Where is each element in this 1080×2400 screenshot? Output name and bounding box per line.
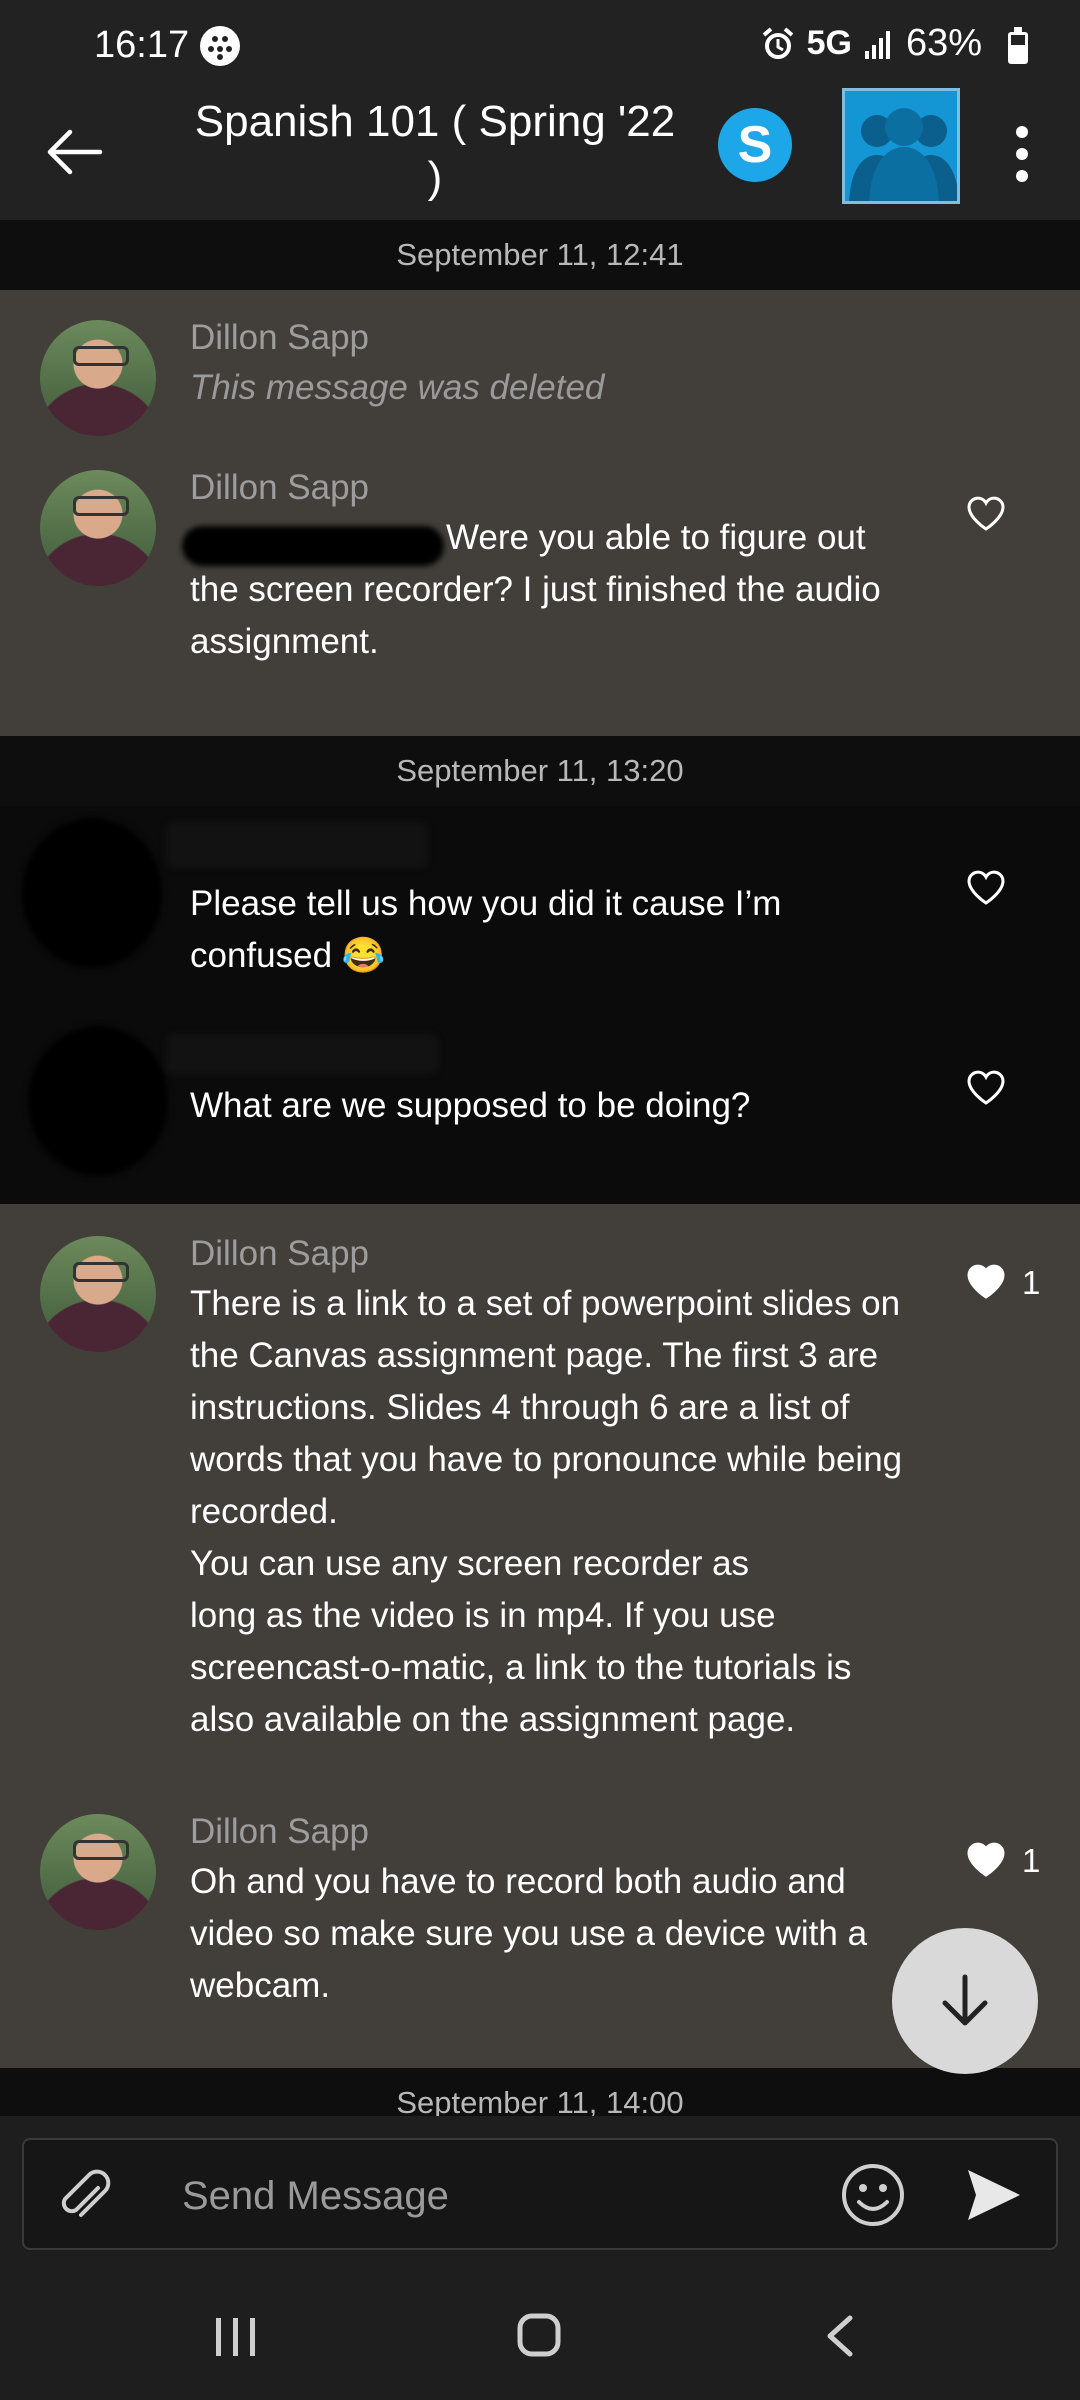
like-count: 1 bbox=[1022, 1842, 1041, 1879]
message-sender: Dillon Sapp bbox=[190, 468, 369, 507]
battery-percent: 63% bbox=[905, 22, 982, 64]
paperclip-icon[interactable] bbox=[56, 2168, 116, 2228]
message-item[interactable]: Dillon Sapp This message was deleted bbox=[0, 290, 1080, 440]
like-heart-icon[interactable] bbox=[966, 1264, 1006, 1300]
message-text: What are we supposed to be doing? bbox=[190, 1086, 751, 1125]
arrow-down-icon bbox=[942, 1974, 988, 2026]
redacted-avatar bbox=[22, 818, 162, 968]
message-sender: Dillon Sapp bbox=[190, 1234, 369, 1273]
recents-icon[interactable] bbox=[214, 2316, 258, 2358]
composer-area bbox=[0, 2116, 1080, 2270]
message-composer bbox=[22, 2138, 1058, 2250]
redacted-sender bbox=[166, 1034, 438, 1074]
message-input[interactable] bbox=[180, 2164, 820, 2228]
skype-icon[interactable]: S bbox=[718, 108, 792, 182]
message-group-own: Dillon Sapp This message was deleted Dil… bbox=[0, 290, 1080, 736]
alarm-icon bbox=[762, 26, 793, 59]
message-item[interactable]: What are we supposed to be doing? bbox=[0, 1006, 1080, 1204]
message-item[interactable]: Please tell us how you did it cause I’m … bbox=[0, 806, 1080, 1006]
scroll-to-bottom-button[interactable] bbox=[892, 1928, 1038, 2074]
message-item[interactable]: Dillon Sapp There is a link to a set of … bbox=[0, 1204, 1080, 1782]
message-text: Were you able to figure out the screen r… bbox=[190, 518, 881, 661]
chat-header: Spanish 101 ( Spring '22 ) S bbox=[0, 88, 1080, 220]
message-sender: Dillon Sapp bbox=[190, 318, 369, 357]
like-heart-icon[interactable] bbox=[966, 496, 1006, 532]
status-bar: 16:17 5G 63% bbox=[0, 0, 1080, 88]
message-group-own: Dillon Sapp There is a link to a set of … bbox=[0, 1204, 1080, 2068]
battery-icon bbox=[1008, 27, 1028, 64]
redacted-avatar bbox=[28, 1026, 168, 1176]
more-vert-icon[interactable] bbox=[1008, 126, 1036, 186]
message-list[interactable]: September 11, 12:41 Dillon Sapp This mes… bbox=[0, 220, 1080, 2116]
date-separator: September 11, 13:20 bbox=[396, 753, 684, 788]
date-separator: September 11, 12:41 bbox=[396, 237, 684, 272]
signal-icon bbox=[864, 30, 890, 59]
avatar[interactable] bbox=[40, 1814, 156, 1930]
notification-dots-icon bbox=[200, 26, 240, 66]
date-separator: September 11, 14:00 bbox=[396, 2085, 684, 2116]
avatar[interactable] bbox=[40, 320, 156, 436]
redacted-sender bbox=[166, 822, 428, 868]
chat-title[interactable]: Spanish 101 ( Spring '22 ) bbox=[190, 94, 680, 206]
like-heart-icon[interactable] bbox=[966, 1842, 1006, 1878]
system-nav-bar bbox=[0, 2270, 1080, 2400]
message-group-other: Please tell us how you did it cause I’m … bbox=[0, 806, 1080, 1204]
status-indicators: 5G 63% bbox=[761, 22, 982, 65]
avatar[interactable] bbox=[40, 1236, 156, 1352]
message-sender: Dillon Sapp bbox=[190, 1812, 369, 1851]
avatar[interactable] bbox=[40, 470, 156, 586]
like-heart-icon[interactable] bbox=[966, 1070, 1006, 1106]
message-text: Please tell us how you did it cause I’m … bbox=[190, 884, 782, 975]
message-item[interactable]: Dillon Sapp Were you able to figure out … bbox=[0, 440, 1080, 736]
message-text: Oh and you have to record both audio and… bbox=[190, 1862, 868, 2005]
status-time: 16:17 bbox=[94, 24, 190, 66]
message-text: This message was deleted bbox=[190, 368, 605, 407]
group-avatar-icon[interactable] bbox=[842, 88, 960, 204]
like-heart-icon[interactable] bbox=[966, 870, 1006, 906]
nav-back-icon[interactable] bbox=[822, 2314, 856, 2358]
emoji-icon[interactable] bbox=[840, 2162, 906, 2228]
back-arrow-icon[interactable] bbox=[40, 118, 108, 186]
send-icon[interactable] bbox=[964, 2166, 1024, 2224]
message-text: There is a link to a set of powerpoint s… bbox=[190, 1284, 903, 1739]
like-count: 1 bbox=[1022, 1264, 1041, 1301]
home-icon[interactable] bbox=[516, 2312, 562, 2358]
network-type: 5G bbox=[806, 24, 852, 62]
